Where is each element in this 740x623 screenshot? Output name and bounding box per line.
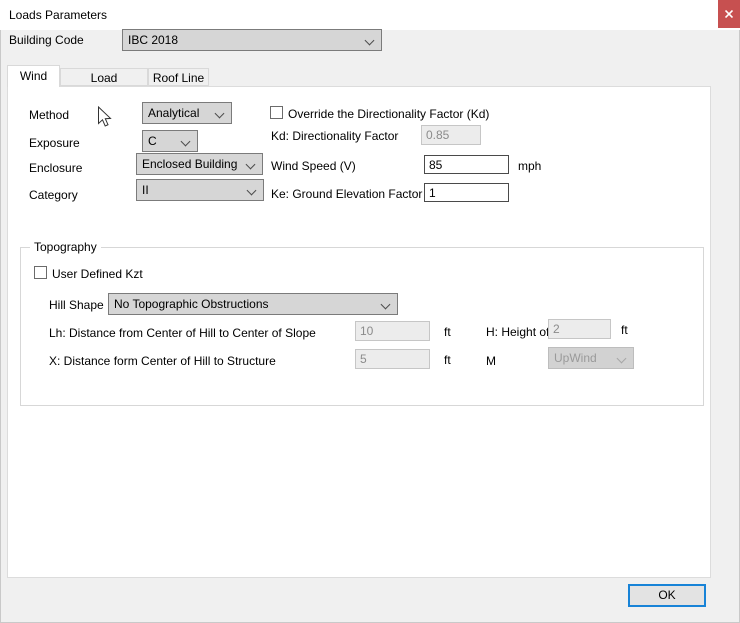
chevron-down-icon (215, 109, 225, 119)
chevron-down-icon (617, 354, 627, 364)
close-icon (725, 10, 733, 18)
tab-wind[interactable]: Wind (7, 65, 60, 87)
x-distance-input (355, 349, 430, 369)
exposure-select[interactable]: C (142, 130, 198, 152)
building-code-select[interactable]: IBC 2018 (122, 29, 382, 51)
method-select[interactable]: Analytical (142, 102, 232, 124)
ok-button-label: OK (658, 588, 675, 602)
hill-shape-label: Hill Shape (49, 298, 104, 312)
wind-speed-label: Wind Speed (V) (271, 159, 356, 173)
user-defined-kzt-label: User Defined Kzt (52, 267, 143, 281)
lh-input (355, 321, 430, 341)
wind-tab-page: Method Analytical Exposure C Enclosure E… (7, 86, 711, 578)
topography-title: Topography (30, 240, 101, 254)
x-distance-label: X: Distance form Center of Hill to Struc… (49, 354, 276, 368)
enclosure-label: Enclosure (29, 161, 82, 175)
exposure-label: Exposure (29, 136, 80, 150)
override-kd-label: Override the Directionality Factor (Kd) (288, 107, 489, 121)
method-value: Analytical (148, 106, 199, 120)
tab-roof-line[interactable]: Roof Line (148, 68, 209, 86)
ke-label: Ke: Ground Elevation Factor (271, 187, 422, 201)
override-kd-checkbox[interactable] (270, 106, 283, 119)
building-code-value: IBC 2018 (128, 33, 178, 47)
chevron-down-icon (246, 160, 256, 170)
exposure-value: C (148, 134, 157, 148)
ok-button[interactable]: OK (628, 584, 706, 607)
hill-shape-value: No Topographic Obstructions (114, 297, 269, 311)
chevron-down-icon (365, 36, 375, 46)
method-label: Method (29, 108, 69, 122)
user-defined-kzt-checkbox[interactable] (34, 266, 47, 279)
enclosure-value: Enclosed Building (142, 157, 237, 171)
category-select[interactable]: II (136, 179, 264, 201)
m-label: M (486, 354, 496, 368)
tab-wind-label: Wind (20, 69, 47, 83)
hill-shape-select[interactable]: No Topographic Obstructions (108, 293, 398, 315)
title-bar: Loads Parameters (0, 0, 740, 30)
kd-label: Kd: Directionality Factor (271, 129, 398, 143)
building-code-label: Building Code (9, 33, 84, 47)
x-distance-unit: ft (444, 353, 451, 367)
kd-input (421, 125, 481, 145)
h-unit: ft (621, 323, 628, 337)
close-button[interactable] (718, 0, 740, 28)
m-select: UpWind (548, 347, 634, 369)
wind-speed-input[interactable] (424, 155, 509, 174)
m-value: UpWind (554, 351, 597, 365)
ke-input[interactable] (424, 183, 509, 202)
lh-label: Lh: Distance from Center of Hill to Cent… (49, 326, 316, 340)
dialog-title: Loads Parameters (9, 8, 107, 22)
lh-unit: ft (444, 325, 451, 339)
h-input (548, 319, 611, 339)
chevron-down-icon (181, 137, 191, 147)
wind-speed-unit: mph (518, 159, 541, 173)
chevron-down-icon (247, 186, 257, 196)
category-value: II (142, 183, 149, 197)
enclosure-select[interactable]: Enclosed Building (136, 153, 263, 175)
tab-load-combination[interactable]: Load Combination (60, 68, 148, 86)
loads-parameters-dialog: Loads Parameters Building Code IBC 2018 … (0, 0, 740, 623)
category-label: Category (29, 188, 78, 202)
tab-roof-line-label: Roof Line (153, 71, 204, 85)
chevron-down-icon (381, 300, 391, 310)
